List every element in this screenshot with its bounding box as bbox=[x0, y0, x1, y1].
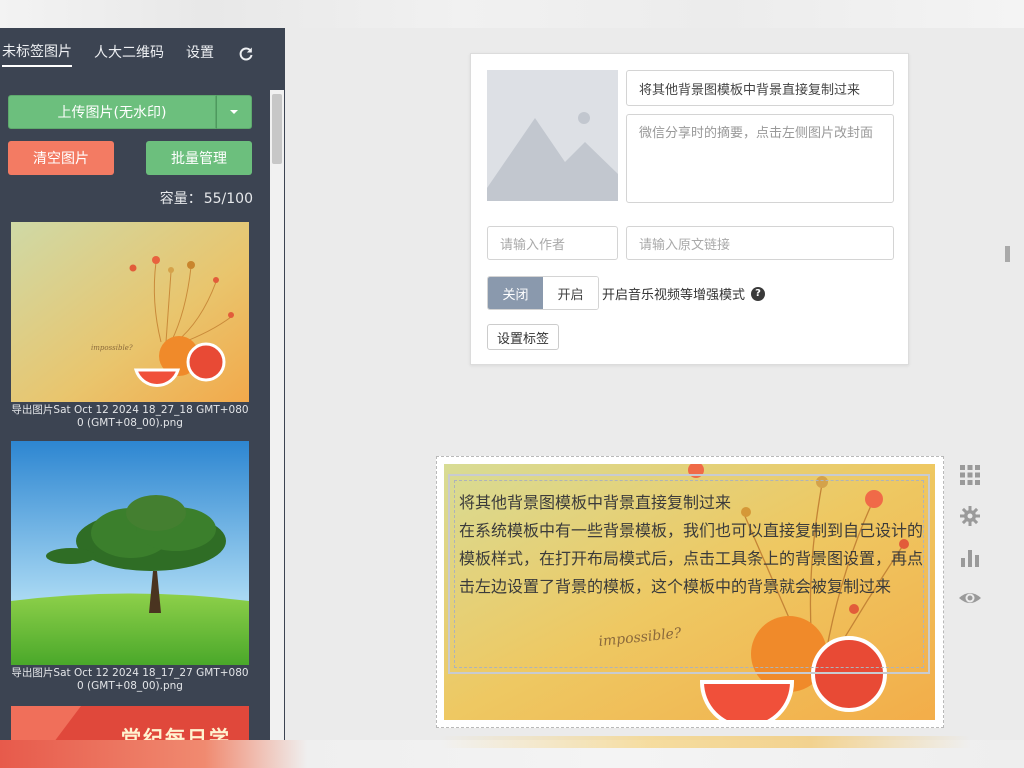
tab-settings[interactable]: 设置 bbox=[186, 42, 214, 66]
refresh-icon[interactable] bbox=[238, 46, 254, 62]
thumbnail-caption: 导出图片Sat Oct 12 2024 18_27_18 GMT+0800 (G… bbox=[11, 404, 249, 429]
bar-chart-icon[interactable] bbox=[958, 545, 982, 569]
grid-icon[interactable] bbox=[958, 463, 982, 487]
enhanced-mode-label: 开启音乐视频等增强模式 ? bbox=[602, 284, 766, 303]
help-icon[interactable]: ? bbox=[751, 286, 766, 301]
gear-icon[interactable] bbox=[958, 504, 982, 528]
image-thumbnail[interactable]: 导出图片Sat Oct 12 2024 18_17_27 GMT+0800 (G… bbox=[11, 441, 249, 693]
clear-images-button[interactable]: 清空图片 bbox=[8, 141, 114, 175]
image-thumbnail[interactable]: 党纪每日学 bbox=[11, 706, 249, 740]
scroll-marker bbox=[1005, 246, 1010, 262]
tab-qr-code[interactable]: 人大二维码 bbox=[94, 42, 164, 66]
enhanced-mode-text: 开启音乐视频等增强模式 bbox=[602, 288, 746, 303]
preview-text[interactable]: 将其他背景图模板中背景直接复制过来 在系统模板中有一些背景模板，我们也可以直接复… bbox=[459, 489, 924, 601]
chevron-down-icon bbox=[230, 110, 238, 114]
image-sidebar: 未标签图片 人大二维码 设置 上传图片(无水印) 清空图片 批量管理 容量： 55… bbox=[0, 28, 285, 740]
image-placeholder-icon bbox=[487, 70, 618, 201]
thumbnail-text: 党纪每日学 bbox=[121, 726, 231, 740]
batch-manage-button[interactable]: 批量管理 bbox=[146, 141, 252, 175]
preview-heading: 将其他背景图模板中背景直接复制过来 bbox=[459, 493, 732, 512]
source-link-input[interactable]: 请输入原文链接 bbox=[626, 226, 894, 260]
capacity-value: 55/100 bbox=[203, 191, 253, 207]
preview-body: 在系统模板中有一些背景模板，我们也可以直接复制到自己设计的模板样式，在打开布局模… bbox=[459, 521, 924, 596]
summary-textarea[interactable]: 微信分享时的摘要，点击左侧图片改封面 bbox=[626, 114, 894, 203]
title-input[interactable]: 将其他背景图模板中背景直接复制过来 bbox=[626, 70, 894, 106]
upload-button-group: 上传图片(无水印) bbox=[8, 95, 252, 129]
svg-text:impossible?: impossible? bbox=[91, 344, 133, 352]
top-blur-strip bbox=[0, 0, 1024, 28]
upload-image-button[interactable]: 上传图片(无水印) bbox=[8, 95, 216, 129]
toggle-on-button[interactable]: 开启 bbox=[543, 277, 598, 309]
image-thumbnail[interactable]: impossible? 导出图片Sat Oct 12 2024 18_27_18… bbox=[11, 222, 249, 430]
toggle-off-button[interactable]: 关闭 bbox=[488, 277, 543, 309]
scrollbar-thumb[interactable] bbox=[272, 94, 282, 164]
upload-dropdown-button[interactable] bbox=[216, 95, 252, 129]
enhanced-mode-toggle: 关闭 开启 bbox=[487, 276, 599, 310]
thumbnail-caption: 导出图片Sat Oct 12 2024 18_17_27 GMT+0800 (G… bbox=[11, 667, 249, 692]
article-settings-card: 将其他背景图模板中背景直接复制过来 微信分享时的摘要，点击左侧图片改封面 请输入… bbox=[470, 53, 909, 365]
sidebar-tabs: 未标签图片 人大二维码 设置 bbox=[0, 28, 285, 80]
scrollbar-track[interactable] bbox=[270, 90, 284, 740]
bottom-glow bbox=[440, 736, 970, 748]
eye-icon[interactable] bbox=[958, 586, 982, 610]
cover-image-placeholder[interactable] bbox=[487, 70, 618, 201]
set-tag-button[interactable]: 设置标签 bbox=[487, 324, 559, 350]
thumbnail-image bbox=[11, 441, 249, 665]
author-input[interactable]: 请输入作者 bbox=[487, 226, 618, 260]
capacity-label: 容量： bbox=[159, 191, 202, 207]
tab-untagged-images[interactable]: 未标签图片 bbox=[2, 41, 72, 67]
preview-toolbar bbox=[958, 463, 982, 627]
capacity-indicator: 容量： 55/100 bbox=[158, 188, 253, 208]
thumbnail-image: impossible? bbox=[11, 222, 249, 402]
